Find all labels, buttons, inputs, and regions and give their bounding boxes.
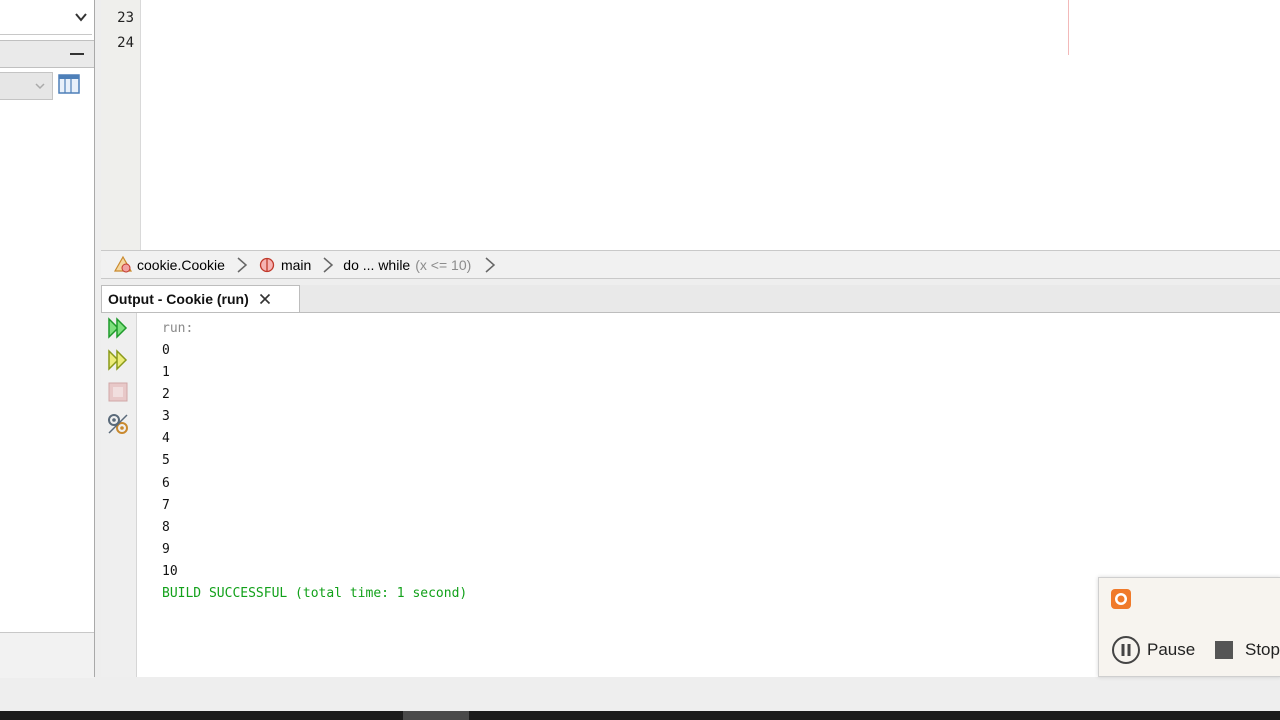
output-line: 2 bbox=[162, 387, 170, 402]
chevron-right-icon bbox=[323, 256, 334, 273]
navigator-panel bbox=[0, 0, 95, 677]
stop-square-icon bbox=[1215, 641, 1233, 659]
line-number: 23 bbox=[117, 10, 134, 26]
navigator-dropdown[interactable] bbox=[0, 4, 92, 35]
chevron-right-icon bbox=[485, 256, 496, 273]
output-line: 1 bbox=[162, 365, 170, 380]
build-success-message: BUILD SUCCESSFUL (total time: 1 second) bbox=[162, 586, 468, 601]
chevron-right-icon bbox=[237, 256, 248, 273]
class-icon bbox=[113, 255, 133, 272]
right-margin-guide bbox=[1068, 0, 1069, 55]
output-line: 6 bbox=[162, 476, 170, 491]
rerun-with-params-icon[interactable] bbox=[105, 347, 131, 373]
pause-icon bbox=[1112, 636, 1140, 664]
output-line: 4 bbox=[162, 431, 170, 446]
close-icon[interactable] bbox=[259, 293, 271, 305]
stop-label: Stop bbox=[1245, 640, 1280, 659]
stop-recording-button[interactable]: Stop bbox=[1215, 634, 1280, 666]
breadcrumb-loop-condition: (x <= 10) bbox=[415, 256, 472, 273]
pause-label: Pause bbox=[1147, 640, 1196, 659]
breadcrumb-method[interactable]: main bbox=[257, 251, 311, 278]
breadcrumb-loop-label: do ... while bbox=[343, 256, 411, 273]
method-icon bbox=[259, 257, 275, 272]
breadcrumb-class[interactable]: cookie.Cookie bbox=[113, 251, 225, 278]
screen-recorder-widget: Pause Stop bbox=[1098, 577, 1280, 677]
minimize-button[interactable] bbox=[70, 53, 84, 55]
output-line: 10 bbox=[162, 564, 178, 579]
output-line: 3 bbox=[162, 409, 170, 424]
output-line: 8 bbox=[162, 520, 170, 535]
output-line: 9 bbox=[162, 542, 170, 557]
taskbar-active-item[interactable] bbox=[403, 711, 469, 720]
navigator-header bbox=[0, 40, 94, 68]
output-tab-title: Output - Cookie (run) bbox=[108, 291, 249, 307]
breadcrumb: cookie.Cookie main do ... while (x <= 10… bbox=[101, 250, 1280, 279]
code-editor[interactable] bbox=[101, 0, 1280, 250]
breadcrumb-loop[interactable]: do ... while (x <= 10) bbox=[343, 251, 471, 278]
output-line: 7 bbox=[162, 498, 170, 513]
output-toolbar bbox=[101, 313, 137, 677]
navigator-filter-combo[interactable] bbox=[0, 72, 53, 100]
output-line: 5 bbox=[162, 453, 170, 468]
line-number-gutter: 23 24 bbox=[101, 0, 141, 250]
navigator-footer bbox=[0, 632, 94, 678]
settings-icon[interactable] bbox=[105, 411, 131, 437]
chevron-down-icon bbox=[35, 83, 45, 90]
line-number: 24 bbox=[117, 35, 134, 51]
taskbar bbox=[0, 711, 1280, 720]
recording-icon bbox=[1111, 589, 1131, 609]
navigator-view-icon[interactable] bbox=[57, 72, 81, 96]
breadcrumb-class-label: cookie.Cookie bbox=[137, 256, 225, 273]
pause-recording-button[interactable]: Pause bbox=[1111, 634, 1195, 666]
tab-output-cookie[interactable]: Output - Cookie (run) bbox=[101, 285, 300, 312]
stop-icon[interactable] bbox=[105, 379, 131, 405]
output-line: 0 bbox=[162, 343, 170, 358]
breadcrumb-method-label: main bbox=[280, 256, 312, 273]
output-line: run: bbox=[162, 321, 194, 336]
chevron-down-icon bbox=[75, 13, 87, 22]
rerun-icon[interactable] bbox=[105, 315, 131, 341]
